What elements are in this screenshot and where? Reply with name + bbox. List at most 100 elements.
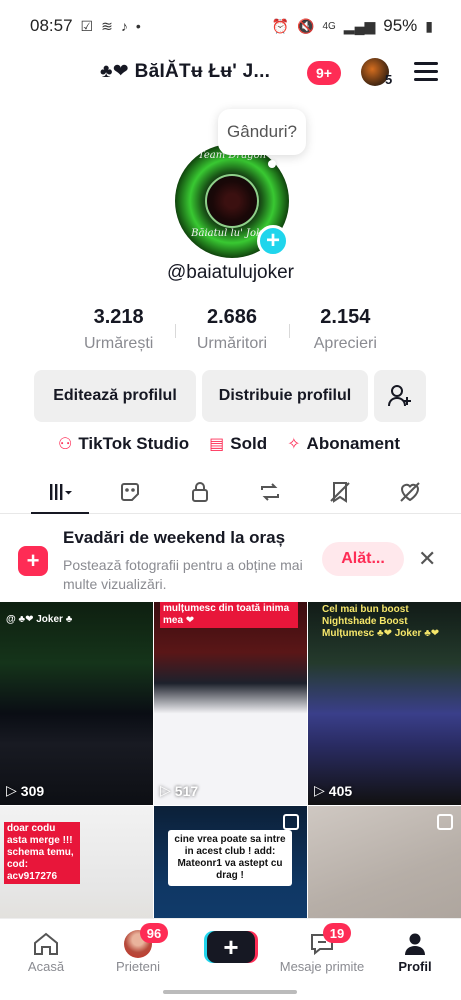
tab-private[interactable] xyxy=(165,470,235,513)
nav-friends[interactable]: Prieteni xyxy=(92,929,184,974)
account-count: 5 xyxy=(385,72,393,87)
stat-likes-label: Aprecieri xyxy=(313,335,377,352)
tab-liked[interactable] xyxy=(375,470,445,513)
bottom-navigation: Acasă Prieteni 96 + Mesaje primite 19 Pr… xyxy=(0,918,461,1000)
add-user-icon xyxy=(388,385,411,407)
play-icon: ▷ xyxy=(6,782,17,798)
profile-stats: 3.218 Urmărești 2.686 Urmăritori 2.154 A… xyxy=(62,306,402,356)
video-thumbnail[interactable]: @ ♣❤ Joker ♣ ▷ 309 xyxy=(0,602,153,805)
studio-icon: ⚇ xyxy=(58,436,73,453)
avatar-figure xyxy=(205,174,259,228)
video-views-count: 405 xyxy=(328,782,353,799)
stat-followers[interactable]: 2.686 Urmăritori xyxy=(175,306,288,356)
battery-level: 95% xyxy=(383,16,418,35)
video-views: ▷ 517 xyxy=(160,782,198,799)
subscription-label: Abonament xyxy=(306,434,401,453)
wallet-label: Sold xyxy=(230,434,268,453)
nav-inbox-label: Mesaje primite xyxy=(279,959,365,974)
thought-bubble-tail xyxy=(268,160,276,168)
stat-likes[interactable]: 2.154 Aprecieri xyxy=(288,306,402,356)
nav-home-label: Acasă xyxy=(27,959,65,974)
home-icon xyxy=(34,932,58,955)
stat-following-label: Urmărești xyxy=(83,335,154,352)
photo-post-icon xyxy=(437,814,453,830)
battery-icon: ▮ xyxy=(425,17,433,34)
nav-profile-label: Profil xyxy=(398,959,432,974)
video-thumbnail[interactable]: mulțumesc din toată inima mea ❤ ▷ 517 xyxy=(154,602,307,805)
inbox-badge: 19 xyxy=(323,923,351,943)
signal-icon: ▂▄▆ xyxy=(343,17,376,34)
alarm-icon: ⏰ xyxy=(271,17,290,34)
home-indicator xyxy=(163,990,297,994)
profile-icon xyxy=(405,933,425,955)
wallet-icon: ▤ xyxy=(209,436,225,453)
tiktok-icon: ♪ xyxy=(120,18,128,34)
nav-friends-label: Prieteni xyxy=(115,959,161,974)
mute-icon: 🔇 xyxy=(297,17,315,34)
quick-links: ⚇ TikTok Studio ▤ Sold ✧ Abonament xyxy=(58,432,418,456)
status-time: 08:57 xyxy=(30,16,73,35)
stat-followers-value: 2.686 xyxy=(206,306,258,328)
stat-likes-value: 2.154 xyxy=(320,306,371,328)
edit-profile-button[interactable]: Editează profilul xyxy=(34,370,196,422)
stat-followers-label: Urmăritori xyxy=(196,335,268,352)
video-views: ▷ 405 xyxy=(314,782,352,799)
promo-banner: + Evadări de weekend la oraș Postează fo… xyxy=(0,516,461,598)
signal-wave-icon: ≋ xyxy=(101,17,113,34)
close-icon[interactable]: ✕ xyxy=(418,546,436,572)
promo-description: Postează fotografii pentru a obține mai … xyxy=(63,557,303,592)
nav-profile[interactable]: Profil xyxy=(369,929,461,974)
network-label: 4G xyxy=(322,20,336,32)
tab-stickers[interactable] xyxy=(95,470,165,513)
lock-icon xyxy=(192,481,208,502)
nav-inbox[interactable]: Mesaje primite xyxy=(276,929,368,974)
video-views-count: 517 xyxy=(174,782,199,799)
video-views: ▷ 309 xyxy=(6,782,44,799)
video-caption: mulțumesc din toată inima mea ❤ xyxy=(160,602,298,628)
notification-badge[interactable]: 9+ xyxy=(307,61,341,85)
dot-icon: • xyxy=(135,18,141,34)
video-views-count: 309 xyxy=(20,782,45,799)
play-icon: ▷ xyxy=(160,782,171,798)
promo-join-button[interactable]: Alăt... xyxy=(322,542,404,576)
wallet-link[interactable]: ▤ Sold xyxy=(209,434,267,454)
stat-following-value: 3.218 xyxy=(93,306,144,328)
video-caption: @ ♣❤ Joker ♣ xyxy=(6,614,73,625)
add-friend-button[interactable] xyxy=(374,370,426,422)
repost-icon xyxy=(261,482,279,501)
status-bar: 08:57 ☑ ≋ ♪ • ⏰ 🔇 4G ▂▄▆ 95% ▮ xyxy=(0,0,461,52)
tiktok-studio-label: TikTok Studio xyxy=(78,434,190,453)
checkbox-icon: ☑ xyxy=(80,17,94,34)
subscription-icon: ✧ xyxy=(287,436,301,453)
stat-following[interactable]: 3.218 Urmărești xyxy=(62,306,175,356)
subscription-link[interactable]: ✧ Abonament xyxy=(287,434,400,454)
profile-header: ♣❤ BăIĂTʉ Łʉ' J... 9+ 5 xyxy=(0,52,461,96)
tab-saved[interactable] xyxy=(305,470,375,513)
stickers-icon xyxy=(121,482,139,501)
promo-add-icon: + xyxy=(18,546,48,576)
account-switcher-name[interactable]: ♣❤ BăIĂTʉ Łʉ' J... xyxy=(100,60,270,83)
play-icon: ▷ xyxy=(314,782,325,798)
create-button[interactable]: + xyxy=(207,931,255,963)
username: @baiatulujoker xyxy=(166,262,295,283)
videos-grid-icon xyxy=(50,483,72,500)
add-story-button[interactable]: + xyxy=(257,225,289,257)
photo-post-icon xyxy=(283,814,299,830)
thought-bubble[interactable]: Gânduri? xyxy=(218,109,306,155)
friends-badge: 96 xyxy=(140,923,168,943)
profile-actions: Editează profilul Distribuie profilul xyxy=(34,370,428,422)
saved-icon xyxy=(330,481,350,503)
profile-tabs xyxy=(0,470,461,514)
video-thumbnail[interactable]: Cel mai bun boost Nightshade Boost Mulțu… xyxy=(308,602,461,805)
video-caption: Cel mai bun boost Nightshade Boost Mulțu… xyxy=(322,604,440,639)
promo-title: Evadări de weekend la oraș xyxy=(63,528,286,547)
liked-icon xyxy=(400,481,420,502)
tab-videos[interactable] xyxy=(25,470,95,514)
nav-home[interactable]: Acasă xyxy=(0,929,92,974)
tab-reposts[interactable] xyxy=(235,470,305,513)
video-caption: cine vrea poate sa intre in acest club !… xyxy=(168,830,292,886)
video-caption: doar codu asta merge !!! schema temu, co… xyxy=(4,822,80,884)
hamburger-menu-icon[interactable] xyxy=(414,62,438,82)
tiktok-studio-link[interactable]: ⚇ TikTok Studio xyxy=(58,434,189,454)
share-profile-button[interactable]: Distribuie profilul xyxy=(202,370,368,422)
